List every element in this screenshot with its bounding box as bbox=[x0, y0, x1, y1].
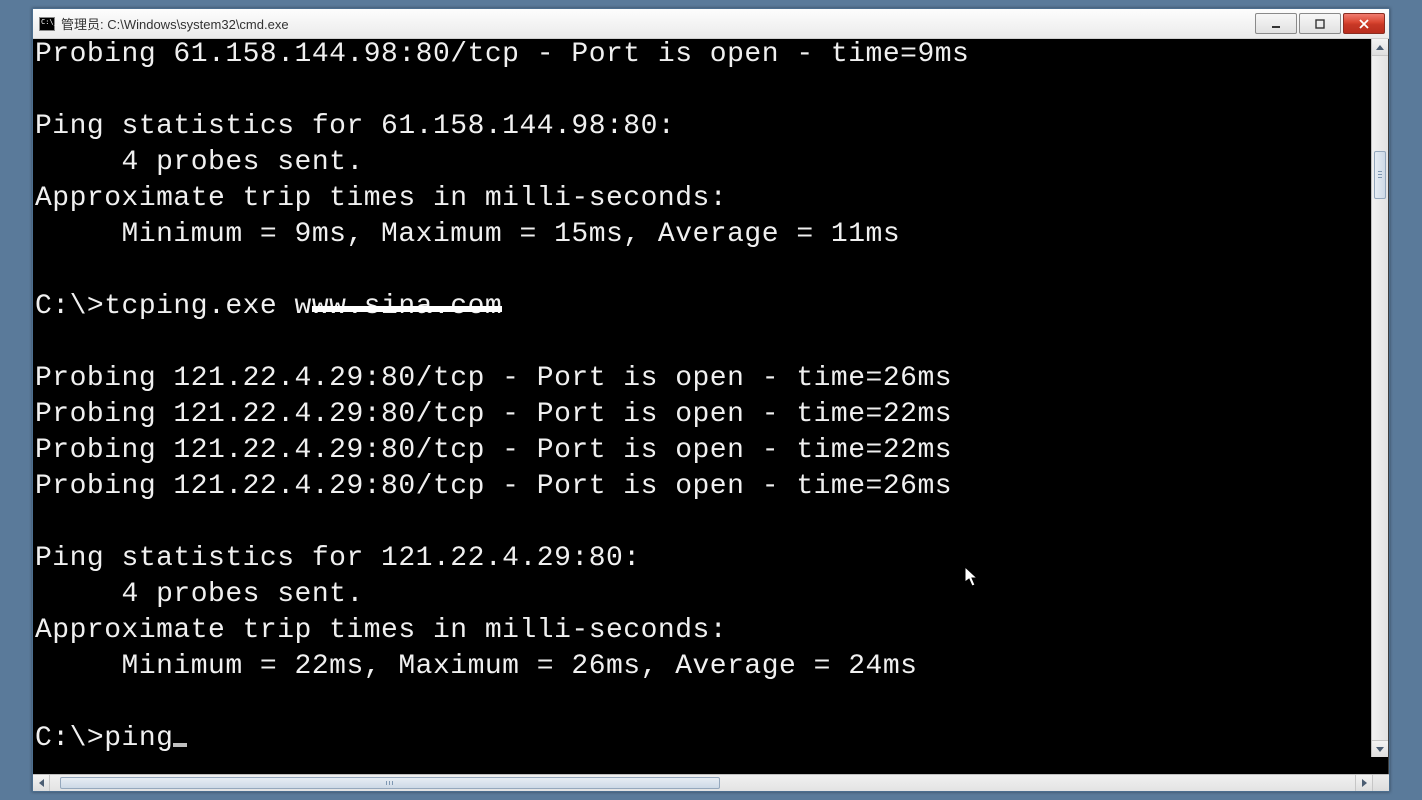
window-controls bbox=[1255, 13, 1385, 34]
titlebar[interactable]: 管理员: C:\Windows\system32\cmd.exe bbox=[33, 9, 1389, 39]
scroll-down-button[interactable] bbox=[1372, 740, 1388, 757]
scroll-left-button[interactable] bbox=[33, 775, 50, 791]
horizontal-scrollbar[interactable] bbox=[33, 774, 1389, 791]
horizontal-scroll-thumb[interactable] bbox=[60, 777, 720, 789]
horizontal-scroll-track[interactable] bbox=[50, 775, 1389, 791]
cmd-icon bbox=[39, 17, 55, 31]
redaction-overlay bbox=[312, 306, 502, 312]
terminal-body[interactable]: Probing 61.158.144.98:80/tcp - Port is o… bbox=[33, 39, 1389, 774]
scroll-right-button[interactable] bbox=[1355, 775, 1372, 791]
terminal-output: Probing 61.158.144.98:80/tcp - Port is o… bbox=[33, 39, 1388, 757]
scroll-up-button[interactable] bbox=[1372, 39, 1388, 56]
scrollbar-corner bbox=[1372, 775, 1389, 791]
vertical-scrollbar[interactable] bbox=[1371, 39, 1388, 757]
vertical-scroll-thumb[interactable] bbox=[1374, 151, 1386, 199]
minimize-button[interactable] bbox=[1255, 13, 1297, 34]
maximize-button[interactable] bbox=[1299, 13, 1341, 34]
close-button[interactable] bbox=[1343, 13, 1385, 34]
terminal-area: Probing 61.158.144.98:80/tcp - Port is o… bbox=[33, 39, 1389, 791]
cmd-window: 管理员: C:\Windows\system32\cmd.exe Probing… bbox=[32, 8, 1390, 792]
window-title: 管理员: C:\Windows\system32\cmd.exe bbox=[61, 14, 289, 33]
